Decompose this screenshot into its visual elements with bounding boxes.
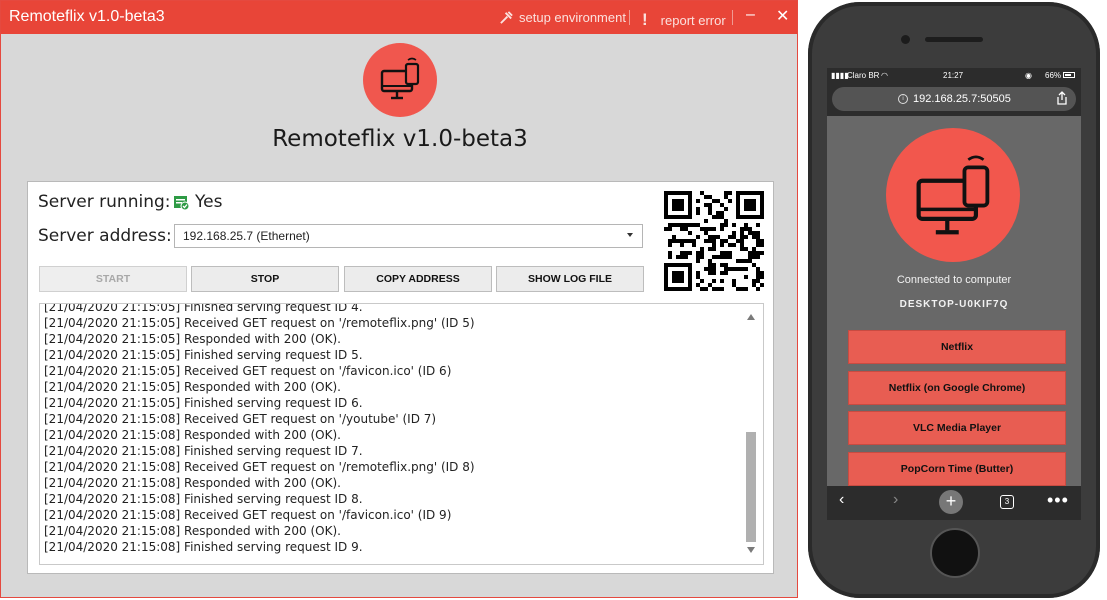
title-divider xyxy=(629,10,630,25)
server-running-value: Yes xyxy=(195,192,223,212)
setup-environment-button[interactable]: setup environment xyxy=(499,10,626,25)
log-line: [21/04/2020 21:15:08] Responded with 200… xyxy=(44,476,341,490)
log-line: [21/04/2020 21:15:05] Responded with 200… xyxy=(44,380,341,394)
scrollbar-thumb[interactable] xyxy=(746,432,756,542)
title-divider xyxy=(732,10,733,25)
app-logo xyxy=(363,43,437,117)
log-lines: [21/04/2020 21:15:05] Finished serving r… xyxy=(44,303,475,555)
popcorn-time-button[interactable]: PopCorn Time (Butter) xyxy=(848,452,1066,486)
alarm-icon: ◉ xyxy=(1025,71,1032,80)
log-output[interactable]: [21/04/2020 21:15:05] Finished serving r… xyxy=(39,303,764,565)
show-log-file-button[interactable]: SHOW LOG FILE xyxy=(496,266,644,292)
share-icon[interactable] xyxy=(1056,91,1068,105)
shield-check-icon xyxy=(174,196,189,210)
phone-status-bar: ▮▮▮▮ Claro BR ◠ 21:27 ◉ 66% xyxy=(827,68,1081,84)
wifi-icon: ◠ xyxy=(881,71,888,80)
browser-address-area: i 192.168.25.7:50505 xyxy=(827,84,1081,116)
server-running-label: Server running: xyxy=(38,192,171,212)
netflix-button[interactable]: Netflix xyxy=(848,330,1066,364)
scroll-up-arrow[interactable] xyxy=(747,314,755,320)
minimize-button[interactable]: – xyxy=(746,6,755,24)
server-panel: Server running: Yes Server address: 192.… xyxy=(27,181,774,574)
log-line: [21/04/2020 21:15:08] Responded with 200… xyxy=(44,524,341,538)
battery-icon xyxy=(1063,72,1075,78)
info-icon[interactable]: i xyxy=(898,94,908,104)
tools-icon xyxy=(500,11,513,24)
phone-earpiece xyxy=(925,37,983,42)
plus-icon[interactable]: + xyxy=(939,490,963,514)
chevron-down-icon[interactable] xyxy=(627,233,633,237)
home-button[interactable] xyxy=(930,528,980,578)
log-line: [21/04/2020 21:15:08] Received GET reque… xyxy=(44,508,452,522)
start-button[interactable]: START xyxy=(39,266,187,292)
computer-name: DESKTOP-U0KIF7Q xyxy=(899,299,1009,310)
browser-url-bar[interactable]: i 192.168.25.7:50505 xyxy=(832,87,1076,111)
tabs-icon[interactable]: 3 xyxy=(1000,495,1014,509)
phone-camera xyxy=(901,35,910,44)
close-button[interactable]: ✕ xyxy=(776,6,789,26)
server-running-status: Yes xyxy=(173,192,222,212)
clock-label: 21:27 xyxy=(943,71,964,80)
more-icon[interactable]: ••• xyxy=(1047,490,1069,511)
log-line: [21/04/2020 21:15:08] Received GET reque… xyxy=(44,460,475,474)
log-line: [21/04/2020 21:15:05] Finished serving r… xyxy=(44,396,363,410)
phone-screen: ▮▮▮▮ Claro BR ◠ 21:27 ◉ 66% i 192.168.25… xyxy=(827,68,1081,520)
app-window: Remoteflix v1.0-beta3 setup environment … xyxy=(0,0,798,598)
log-line: [21/04/2020 21:15:05] Finished serving r… xyxy=(44,348,363,362)
browser-url: 192.168.25.7:50505 xyxy=(913,93,1011,105)
title-bar: Remoteflix v1.0-beta3 setup environment … xyxy=(1,1,797,34)
copy-address-button[interactable]: COPY ADDRESS xyxy=(344,266,492,292)
report-error-label: report error xyxy=(660,12,726,28)
netflix-chrome-button[interactable]: Netflix (on Google Chrome) xyxy=(848,371,1066,405)
scroll-down-arrow[interactable] xyxy=(747,547,755,553)
battery-label: 66% xyxy=(1045,71,1062,80)
log-line: [21/04/2020 21:15:08] Finished serving r… xyxy=(44,540,363,554)
qr-code-icon xyxy=(664,191,764,291)
vlc-media-player-button[interactable]: VLC Media Player xyxy=(848,411,1066,445)
browser-toolbar: ‹ › + 3 ••• xyxy=(827,486,1081,520)
log-line: [21/04/2020 21:15:08] Finished serving r… xyxy=(44,444,363,458)
log-line: [21/04/2020 21:15:05] Finished serving r… xyxy=(44,303,363,314)
server-address-label: Server address: xyxy=(38,226,172,246)
chevron-right-icon[interactable]: › xyxy=(893,491,898,509)
log-line: [21/04/2020 21:15:08] Finished serving r… xyxy=(44,492,363,506)
stop-button[interactable]: STOP xyxy=(191,266,339,292)
window-title: Remoteflix v1.0-beta3 xyxy=(9,8,165,25)
log-line: [21/04/2020 21:15:05] Received GET reque… xyxy=(44,316,475,330)
log-line: [21/04/2020 21:15:08] Responded with 200… xyxy=(44,428,341,442)
app-name-heading: Remoteflix v1.0-beta3 xyxy=(272,126,528,152)
phone-device: ▮▮▮▮ Claro BR ◠ 21:27 ◉ 66% i 192.168.25… xyxy=(808,2,1100,598)
log-line: [21/04/2020 21:15:08] Received GET reque… xyxy=(44,412,437,426)
setup-environment-label: setup environment xyxy=(519,10,626,25)
connected-status-text: Connected to computer xyxy=(896,274,1012,286)
log-line: [21/04/2020 21:15:05] Responded with 200… xyxy=(44,332,341,346)
chevron-left-icon[interactable]: ‹ xyxy=(839,491,844,509)
computer-phone-icon xyxy=(380,57,420,100)
computer-phone-icon xyxy=(916,155,990,235)
signal-icon: ▮▮▮▮ xyxy=(831,71,849,80)
server-address-select[interactable]: 192.168.25.7 (Ethernet) xyxy=(174,224,643,248)
mobile-app-logo xyxy=(886,128,1020,262)
exclamation-icon: ! xyxy=(642,10,648,29)
log-line: [21/04/2020 21:15:05] Received GET reque… xyxy=(44,364,452,378)
carrier-label: Claro BR xyxy=(847,71,880,80)
report-error-button[interactable]: ! report error xyxy=(642,10,726,30)
server-address-value: 192.168.25.7 (Ethernet) xyxy=(183,229,310,243)
